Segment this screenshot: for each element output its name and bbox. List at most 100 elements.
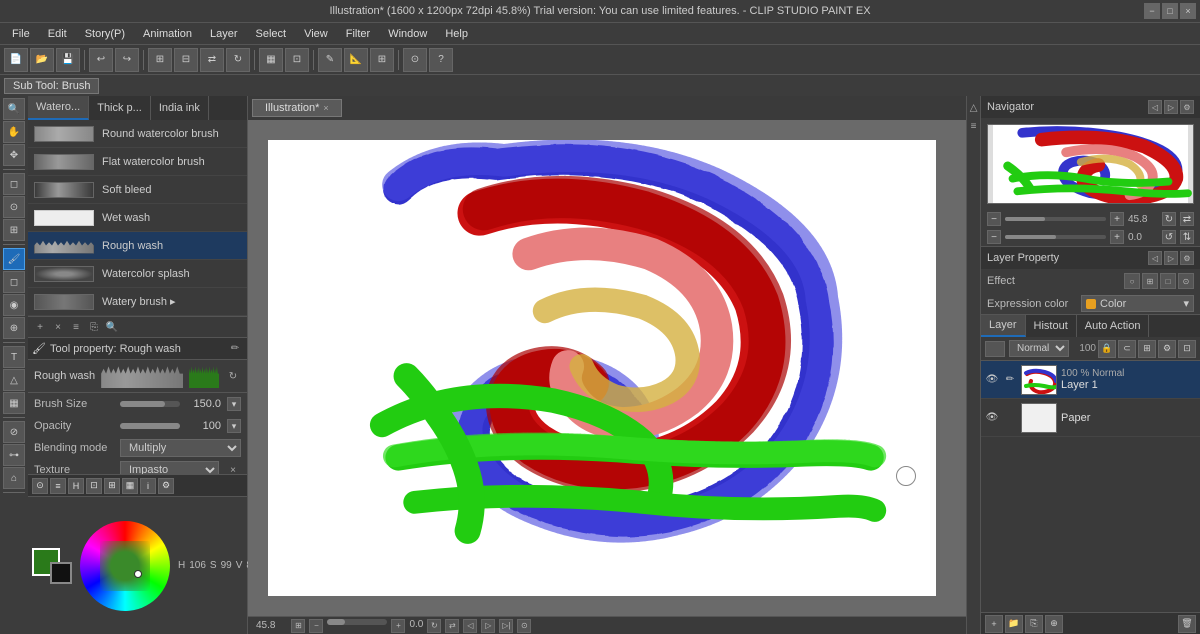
next-btn[interactable]: ▷| [499, 619, 513, 633]
layer-1-edit[interactable]: ✏ [1003, 373, 1017, 387]
move-tool-icon[interactable]: ✥ [3, 144, 25, 166]
brush-tool-icon[interactable]: 🖌 [3, 248, 25, 270]
menu-animation[interactable]: Animation [135, 26, 200, 42]
brush-item-rough-wash[interactable]: Rough wash [28, 232, 247, 260]
blend-tool-icon[interactable]: ⌂ [3, 467, 25, 489]
expression-color-dropdown[interactable]: Color ▾ [1081, 295, 1194, 312]
nav-refresh[interactable]: ↻ [1162, 212, 1176, 226]
color-profile-button[interactable]: ⊙ [403, 48, 427, 72]
layer-paper-edit[interactable] [1003, 411, 1017, 425]
layer-blend-dropdown[interactable]: Normal Multiply Screen [1009, 340, 1069, 357]
layer-lock-btn[interactable]: 🔒 [1098, 340, 1116, 358]
correct-tool-icon[interactable]: ⊘ [3, 421, 25, 443]
nav-zoom-out[interactable]: − [987, 212, 1001, 226]
layer-copy-btn[interactable]: ⎘ [1025, 615, 1043, 633]
menu-edit[interactable]: Edit [40, 26, 75, 42]
menu-select[interactable]: Select [248, 26, 295, 42]
crop-tool-icon[interactable]: ⊞ [3, 219, 25, 241]
texture-delete-btn[interactable]: × [225, 462, 241, 474]
effect-watercolor-icon[interactable]: ⊙ [1178, 273, 1194, 289]
rotate-btn[interactable]: ↻ [427, 619, 441, 633]
layer-tab-layer[interactable]: Layer [981, 315, 1026, 337]
zoom-slider[interactable] [327, 619, 387, 625]
brush-item-watercolor-splash[interactable]: Watercolor splash [28, 260, 247, 288]
help-button[interactable]: ? [429, 48, 453, 72]
maximize-button[interactable]: □ [1162, 3, 1178, 19]
open-button[interactable]: 📂 [30, 48, 54, 72]
color-info-icon[interactable]: i [140, 478, 156, 494]
minimize-button[interactable]: − [1144, 3, 1160, 19]
transform-button[interactable]: ⊞ [148, 48, 172, 72]
zoom-fit-button[interactable]: ⊡ [285, 48, 309, 72]
background-color-swatch[interactable] [50, 562, 72, 584]
lp-icon-3[interactable]: ⚙ [1180, 251, 1194, 265]
lasso-tool-icon[interactable]: ⊙ [3, 196, 25, 218]
layer-1-visibility[interactable]: 👁 [985, 373, 999, 387]
connect-tool-icon[interactable]: ⊶ [3, 444, 25, 466]
brush-size-toggle[interactable]: ▾ [227, 397, 241, 411]
layer-clip-btn[interactable]: ⊂ [1118, 340, 1136, 358]
layer-vector-btn[interactable]: ⊞ [1138, 340, 1156, 358]
brush-copy-btn[interactable]: ⎘ [86, 319, 102, 335]
brush-item-flat[interactable]: Flat watercolor brush [28, 148, 247, 176]
layer-item-paper[interactable]: 👁 Paper [981, 399, 1200, 437]
color-wheel[interactable] [80, 521, 170, 611]
color-slider-icon[interactable]: ≡ [50, 478, 66, 494]
rough-wash-reset-btn[interactable]: ↻ [225, 368, 241, 384]
opacity-toggle[interactable]: ▾ [227, 419, 241, 433]
brush-item-wet-wash[interactable]: Wet wash [28, 204, 247, 232]
lp-icon-2[interactable]: ▷ [1164, 251, 1178, 265]
text-tool-icon[interactable]: T [3, 346, 25, 368]
right-icon-1[interactable]: ◁ [966, 100, 982, 116]
gradient-tool-icon[interactable]: ▦ [3, 392, 25, 414]
sub-tool-tab-thick[interactable]: Thick p... [89, 96, 151, 120]
select-tool-icon[interactable]: ◻ [3, 173, 25, 195]
scale-button[interactable]: ⊟ [174, 48, 198, 72]
nav-angle-reset[interactable]: ↺ [1162, 230, 1176, 244]
color-settings-icon[interactable]: ⚙ [158, 478, 174, 494]
menu-window[interactable]: Window [380, 26, 435, 42]
redo-button[interactable]: ↪ [115, 48, 139, 72]
tool-property-settings[interactable]: ✏ [227, 341, 243, 357]
sub-tool-tab-india[interactable]: India ink [151, 96, 209, 120]
nav-icon-1[interactable]: ◁ [1148, 100, 1162, 114]
layer-delete-btn[interactable]: 🗑 [1178, 615, 1196, 633]
color-swatch-icon[interactable]: ▦ [122, 478, 138, 494]
zoom-tool-icon[interactable]: 🔍 [3, 98, 25, 120]
color-wheel-icon[interactable]: ⊙ [32, 478, 48, 494]
brush-add-btn[interactable]: + [32, 319, 48, 335]
effect-grid-icon[interactable]: ⊞ [1142, 273, 1158, 289]
canvas-tab-illustration[interactable]: Illustration* × [252, 99, 342, 117]
navigator-preview[interactable] [987, 124, 1194, 204]
canvas-tab-close[interactable]: × [323, 103, 328, 113]
eyedropper-tool-icon[interactable]: ⊕ [3, 317, 25, 339]
effect-border-icon[interactable]: □ [1160, 273, 1176, 289]
menu-file[interactable]: File [4, 26, 38, 42]
sub-tool-tab-watercolor[interactable]: Watero... [28, 96, 89, 120]
guide-button[interactable]: ⊞ [370, 48, 394, 72]
canvas-viewport[interactable] [248, 120, 966, 616]
flip-btn[interactable]: ⇄ [445, 619, 459, 633]
brush-item-round[interactable]: Round watercolor brush [28, 120, 247, 148]
brush-size-slider[interactable] [120, 401, 180, 407]
color-intermediate-icon[interactable]: ⊞ [104, 478, 120, 494]
eraser-tool-icon[interactable]: ◻ [3, 271, 25, 293]
prev-btn[interactable]: ◁ [463, 619, 477, 633]
layer-settings-btn[interactable]: ⚙ [1158, 340, 1176, 358]
menu-layer[interactable]: Layer [202, 26, 246, 42]
nav-angle-slider[interactable] [1005, 235, 1106, 239]
rotate-button[interactable]: ↻ [226, 48, 250, 72]
color-hue-icon[interactable]: H [68, 478, 84, 494]
ruler-button[interactable]: 📐 [344, 48, 368, 72]
brush-delete-btn[interactable]: × [50, 319, 66, 335]
nav-zoom-slider[interactable] [1005, 217, 1106, 221]
layer-folder-btn[interactable]: 📁 [1005, 615, 1023, 633]
texture-dropdown[interactable]: Impasto Canvas Paper [120, 461, 219, 474]
brush-settings-btn[interactable]: ≡ [68, 319, 84, 335]
undo-button[interactable]: ↩ [89, 48, 113, 72]
play-btn[interactable]: ▷ [481, 619, 495, 633]
layer-paper-visibility[interactable]: 👁 [985, 411, 999, 425]
layer-item-1[interactable]: 👁 ✏ 100 % Normal Layer 1 [981, 361, 1200, 399]
status-btn-3[interactable]: + [391, 619, 405, 633]
lp-icon-1[interactable]: ◁ [1148, 251, 1162, 265]
